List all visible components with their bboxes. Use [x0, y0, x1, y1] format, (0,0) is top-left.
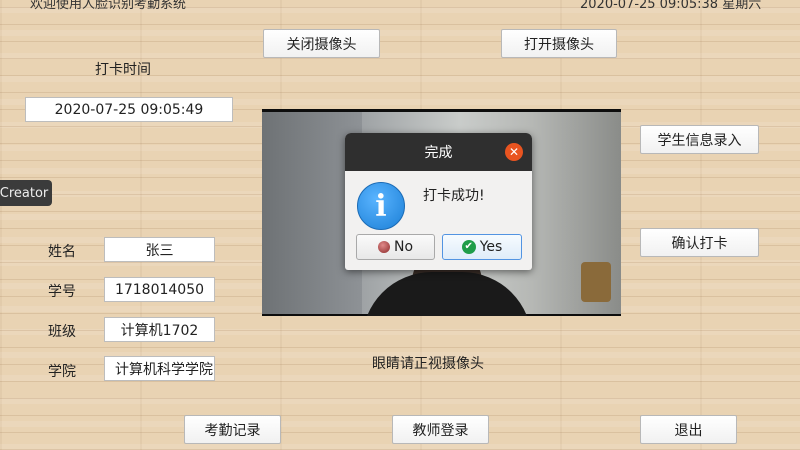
college-label: 学院	[48, 364, 76, 380]
current-datetime: 2020-07-25 09:05:38 星期六	[580, 0, 762, 12]
close-camera-button[interactable]: 关闭摄像头	[263, 29, 380, 58]
class-field[interactable]: 计算机1702	[104, 317, 215, 342]
teacher-login-button[interactable]: 教师登录	[392, 415, 489, 444]
info-icon: i	[357, 182, 405, 230]
close-icon[interactable]: ✕	[505, 143, 523, 161]
yes-button[interactable]: ✔ Yes	[442, 234, 522, 260]
attendance-record-button[interactable]: 考勤记录	[184, 415, 281, 444]
college-field[interactable]: 计算机科学学院	[104, 356, 215, 381]
no-button-label: No	[393, 239, 414, 255]
camera-hint: 眼睛请正视摄像头	[372, 356, 484, 372]
checkin-time-field: 2020-07-25 09:05:49	[25, 97, 233, 122]
creator-tab[interactable]: Creator	[0, 180, 52, 206]
check-icon: ✔	[461, 240, 476, 254]
student-entry-button[interactable]: 学生信息录入	[640, 125, 759, 154]
no-icon	[377, 241, 390, 253]
dialog-title: 完成	[345, 133, 532, 171]
student-id-label: 学号	[48, 284, 76, 300]
dialog-message: 打卡成功!	[423, 188, 485, 204]
class-label: 班级	[48, 324, 76, 340]
app-title: 欢迎使用人脸识别考勤系统	[30, 0, 187, 12]
yes-button-label: Yes	[479, 239, 503, 255]
student-id-field[interactable]: 1718014050	[104, 277, 215, 302]
exit-button[interactable]: 退出	[640, 415, 737, 444]
no-button[interactable]: No	[356, 234, 435, 260]
name-label: 姓名	[48, 244, 76, 260]
confirm-checkin-button[interactable]: 确认打卡	[640, 228, 759, 257]
checkin-time-label: 打卡时间	[95, 62, 151, 78]
open-camera-button[interactable]: 打开摄像头	[501, 29, 617, 58]
name-field[interactable]: 张三	[104, 237, 215, 262]
success-dialog: 完成 ✕ i 打卡成功! No ✔ Yes	[345, 133, 532, 270]
